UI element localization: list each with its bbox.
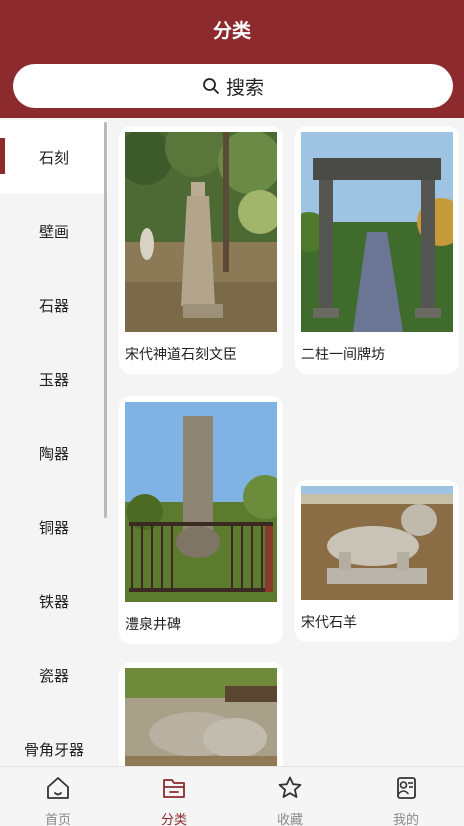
item-title: 澧泉井碑: [125, 617, 181, 633]
sidebar-item-label: 瓷器: [38, 666, 69, 685]
sidebar-item-label: 石器: [38, 296, 69, 315]
star-icon: [278, 776, 302, 798]
sidebar-item-label: 陶器: [38, 444, 69, 463]
tab-label: 我的: [392, 813, 419, 826]
item-photo: [125, 132, 277, 332]
sidebar-item-iron[interactable]: 铁器: [0, 564, 108, 638]
item-card[interactable]: 宋代神道石刻文臣: [119, 126, 283, 374]
sidebar-item-stone-tool[interactable]: 石器: [0, 268, 108, 342]
item-photo: [125, 668, 277, 766]
sidebar-item-mural[interactable]: 壁画: [0, 194, 108, 268]
sidebar-item-label: 玉器: [38, 370, 69, 389]
item-title: 宋代神道石刻文臣: [125, 347, 237, 363]
sidebar-item-label: 石刻: [38, 148, 69, 167]
sidebar-item-bone-horn-ivory[interactable]: 骨角牙器: [0, 712, 108, 766]
search-bar[interactable]: 搜索: [13, 64, 453, 108]
sidebar-scrollbar[interactable]: [104, 122, 107, 518]
sidebar-item-label: 铜器: [38, 518, 69, 537]
category-sidebar: 石刻 壁画 石器 玉器 陶器 铜器 铁器 瓷器 骨角牙器: [0, 118, 108, 766]
item-grid: 宋代神道石刻文臣 二柱一间牌坊 澧泉井碑 宋代石羊: [112, 118, 464, 766]
item-title: 二柱一间牌坊: [301, 347, 385, 363]
folder-icon: [163, 779, 185, 798]
page-title: 分类: [212, 20, 251, 42]
item-card[interactable]: 宋代石羊: [295, 480, 459, 642]
tab-label: 收藏: [276, 813, 303, 826]
sidebar-item-jade[interactable]: 玉器: [0, 342, 108, 416]
profile-icon: [397, 777, 416, 799]
sidebar-item-label: 铁器: [38, 592, 69, 611]
item-card[interactable]: 二柱一间牌坊: [295, 126, 459, 374]
search-label: 搜索: [225, 76, 264, 99]
tab-category[interactable]: 分类: [116, 767, 232, 826]
home-icon: [47, 777, 69, 799]
sidebar-item-stone-carving[interactable]: 石刻: [0, 120, 108, 194]
sidebar-item-bronze[interactable]: 铜器: [0, 490, 108, 564]
header: 分类 搜索: [0, 0, 464, 118]
sidebar-item-label: 壁画: [38, 222, 69, 241]
tab-label: 首页: [44, 813, 71, 826]
item-photo: [301, 132, 453, 332]
tab-home[interactable]: 首页: [0, 767, 116, 826]
item-card[interactable]: [119, 662, 283, 766]
search-icon: [203, 78, 219, 94]
bottom-tab-bar: 首页 分类 收藏 我的: [0, 766, 464, 826]
tab-profile[interactable]: 我的: [348, 767, 464, 826]
item-photo: [125, 402, 277, 602]
item-title: 宋代石羊: [301, 615, 357, 631]
tab-favorites[interactable]: 收藏: [232, 767, 348, 826]
sidebar-item-porcelain[interactable]: 瓷器: [0, 638, 108, 712]
app: 分类 搜索 石刻 壁画 石器 玉器 陶器 铜器 铁器 瓷器 骨角牙器 宋代神道石…: [0, 0, 464, 826]
item-photo: [301, 486, 453, 600]
sidebar-item-pottery[interactable]: 陶器: [0, 416, 108, 490]
item-card[interactable]: 澧泉井碑: [119, 396, 283, 644]
sidebar-item-label: 骨角牙器: [23, 740, 84, 759]
tab-label: 分类: [160, 813, 187, 826]
